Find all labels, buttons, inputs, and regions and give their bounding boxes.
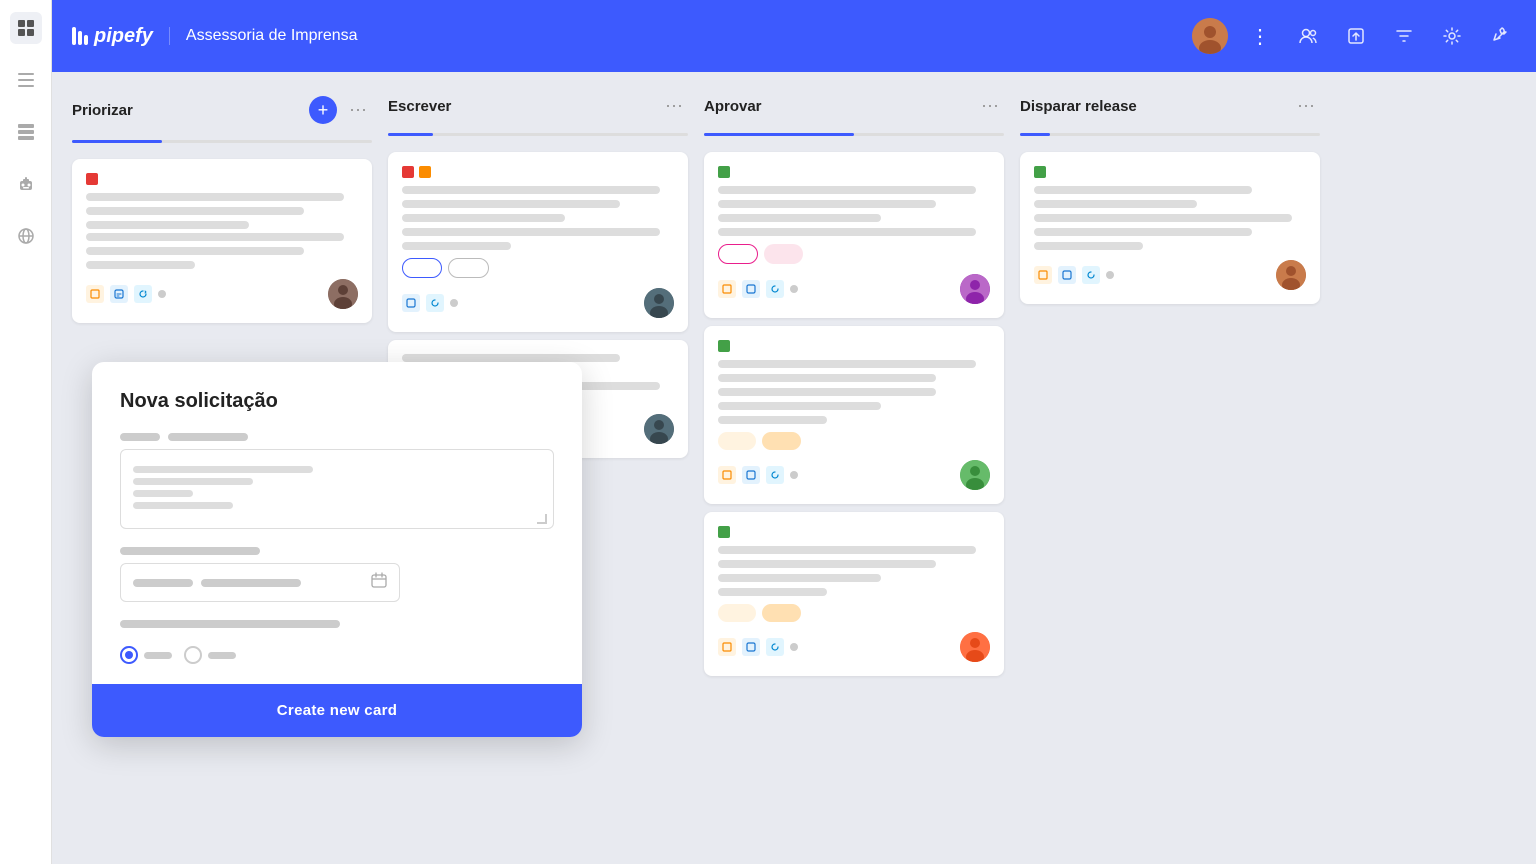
placeholder-line: [133, 502, 233, 509]
date-chunk: [133, 579, 193, 587]
more-icon[interactable]: ⋮: [1244, 20, 1276, 52]
user-avatar[interactable]: [1192, 18, 1228, 54]
placeholder-line: [133, 478, 253, 485]
form-textarea-wrapper[interactable]: [120, 449, 554, 529]
modal-overlay: Nova solicitação: [52, 72, 1536, 864]
form-label-description: [120, 433, 554, 441]
radio-option-1[interactable]: [120, 646, 172, 664]
radio-button-checked[interactable]: [120, 646, 138, 664]
form-label-radio: [120, 620, 554, 628]
textarea-placeholder: [133, 460, 541, 515]
create-new-card-button[interactable]: Create new card: [277, 702, 397, 719]
placeholder-line: [133, 490, 193, 497]
sidebar-item-table[interactable]: [10, 116, 42, 148]
pipe-bar-2: [78, 31, 82, 45]
form-date-input[interactable]: [120, 563, 400, 602]
pipe-bar-1: [72, 27, 76, 45]
radio-option-2[interactable]: [184, 646, 236, 664]
sidebar-item-robot[interactable]: [10, 168, 42, 200]
radio-group: [120, 646, 554, 664]
board-area: Priorizar + ⋯: [52, 72, 1536, 864]
modal-body: Nova solicitação: [92, 362, 582, 684]
sidebar-item-list[interactable]: [10, 64, 42, 96]
form-field-label: [120, 620, 554, 628]
form-field-description: [120, 433, 554, 529]
people-icon[interactable]: [1292, 20, 1324, 52]
label-chunk: [120, 433, 160, 441]
sidebar-item-globe[interactable]: [10, 220, 42, 252]
header-right: ⋮: [1192, 18, 1516, 54]
modal-title: Nova solicitação: [120, 390, 554, 413]
date-chunk: [201, 579, 301, 587]
resize-handle[interactable]: [537, 514, 547, 524]
logo-icon: [72, 27, 88, 45]
sidebar-item-grid[interactable]: [10, 12, 42, 44]
label-chunk: [168, 433, 248, 441]
radio-label: [144, 652, 172, 659]
pipefy-logo: pipefy: [72, 25, 153, 48]
form-field-date: [120, 547, 554, 602]
modal-footer: Create new card: [92, 684, 582, 737]
sidebar: [0, 0, 52, 864]
create-card-modal: Nova solicitação: [92, 362, 582, 737]
export-icon[interactable]: [1340, 20, 1372, 52]
filter-icon[interactable]: [1388, 20, 1420, 52]
header-left: pipefy Assessoria de Imprensa: [72, 25, 358, 48]
calendar-icon[interactable]: [371, 572, 387, 593]
pipefy-logo-text: pipefy: [94, 25, 153, 48]
placeholder-line: [133, 466, 313, 473]
main-area: pipefy Assessoria de Imprensa ⋮: [52, 0, 1536, 864]
settings-icon[interactable]: [1436, 20, 1468, 52]
radio-button-unchecked[interactable]: [184, 646, 202, 664]
pipe-bar-3: [84, 35, 88, 45]
label-chunk: [120, 547, 260, 555]
form-label-date: [120, 547, 554, 555]
tools-icon[interactable]: [1484, 20, 1516, 52]
header: pipefy Assessoria de Imprensa ⋮: [52, 0, 1536, 72]
label-chunk: [120, 620, 340, 628]
header-title: Assessoria de Imprensa: [169, 27, 358, 45]
radio-label: [208, 652, 236, 659]
